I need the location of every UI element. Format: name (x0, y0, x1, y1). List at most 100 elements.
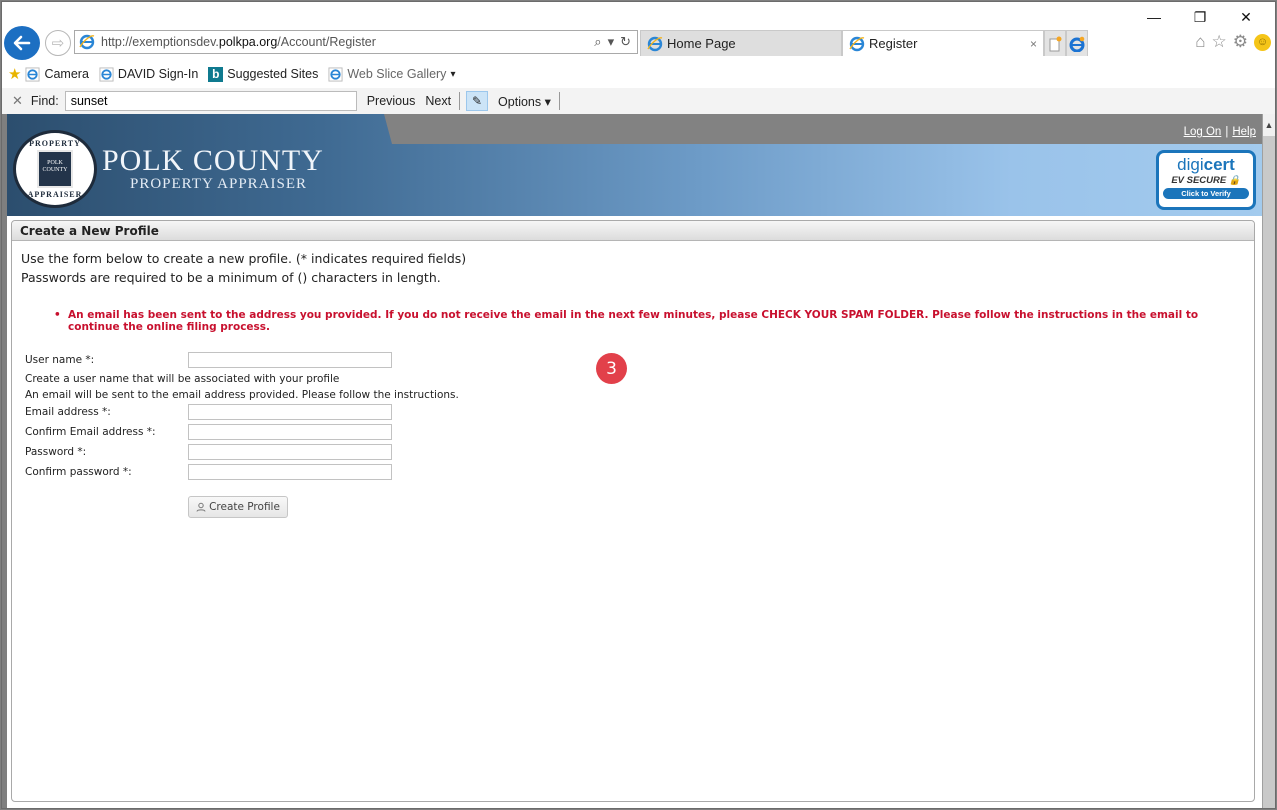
intro-line: Use the form below to create a new profi… (21, 251, 467, 266)
digicert-seal[interactable]: digicert EV SECURE 🔒 Click to Verify (1156, 150, 1256, 210)
favorite-camera[interactable]: Camera (25, 66, 89, 82)
vertical-scrollbar[interactable]: ▲ (1262, 114, 1275, 808)
email-sent-alert: An email has been sent to the address yo… (54, 309, 1214, 333)
page-viewport: PROPERTY POLK COUNTY APPRAISER POLK COUN… (2, 114, 1264, 808)
seal-top-text: PROPERTY (29, 139, 81, 148)
ie-icon (328, 66, 343, 82)
favorites-star-icon[interactable]: ☆ (1212, 32, 1227, 52)
address-bar[interactable]: http://exemptionsdev.polkpa.org/Account/… (74, 30, 638, 54)
password-row: Password *: (25, 444, 445, 460)
home-icon[interactable]: ⌂ (1195, 32, 1205, 52)
url-prefix: http://exemptionsdev. (101, 35, 219, 49)
create-profile-panel: Create a New Profile Use the form below … (11, 220, 1255, 802)
close-tab-icon[interactable]: × (1030, 37, 1037, 51)
confirm-password-input[interactable] (188, 464, 392, 480)
panel-title: Create a New Profile (12, 221, 1254, 241)
find-input[interactable] (64, 91, 357, 111)
back-button[interactable] (4, 26, 40, 60)
restore-button[interactable]: ❐ (1177, 6, 1223, 28)
intro-line: Passwords are required to be a minimum o… (21, 270, 441, 285)
address-tools: ⌕ ▾ ↻ (594, 34, 637, 50)
property-appraiser-seal-logo[interactable]: PROPERTY POLK COUNTY APPRAISER (13, 130, 97, 208)
url-text[interactable]: http://exemptionsdev.polkpa.org/Account/… (101, 35, 594, 49)
arrow-left-icon (13, 35, 31, 51)
username-help-text: Create a user name that will be associat… (25, 373, 340, 385)
find-previous-button[interactable]: Previous (367, 94, 416, 108)
favorite-web-slice-gallery[interactable]: Web Slice Gallery ▾ (328, 66, 455, 82)
favorite-label: DAVID Sign-In (117, 67, 199, 81)
add-favorites-star-icon[interactable]: ★ (8, 65, 21, 83)
highlight-matches-button[interactable]: ✎ (466, 91, 489, 111)
confirm-password-label: Confirm password *: (25, 466, 132, 478)
log-on-link[interactable]: Log On (1184, 126, 1222, 138)
intro-text: Use the form below to create a new profi… (21, 249, 1254, 287)
confirm-email-input[interactable] (188, 424, 392, 440)
click-to-verify-button[interactable]: Click to Verify (1163, 188, 1249, 199)
digicert-brand-b: cert (1203, 155, 1235, 174)
brand-subtitle: PROPERTY APPRAISER (130, 176, 308, 192)
navigation-bar: ⇨ http://exemptionsdev.polkpa.org/Accoun… (2, 26, 1275, 60)
brand-title: POLK COUNTY (102, 144, 324, 177)
favorite-suggested-sites[interactable]: b Suggested Sites (208, 66, 318, 82)
confirm-email-row: Confirm Email address *: (25, 424, 445, 440)
create-profile-button[interactable]: Create Profile (188, 496, 288, 518)
seal-inner-text: POLK (47, 160, 63, 166)
minimize-button[interactable]: — (1131, 6, 1177, 28)
ie-icon (647, 36, 663, 51)
edge-icon (1069, 36, 1085, 52)
favorites-bar: ★ Camera DAVID Sign-In b Suggested Sites… (2, 62, 1275, 86)
forward-button[interactable]: ⇨ (45, 30, 71, 56)
password-input[interactable] (188, 444, 392, 460)
user-icon (196, 502, 206, 512)
chevron-down-icon[interactable]: ▾ (450, 69, 455, 80)
ie-icon (25, 66, 40, 82)
password-label: Password *: (25, 446, 87, 458)
edge-button[interactable] (1066, 30, 1088, 56)
feedback-smiley-icon[interactable]: ☺ (1254, 33, 1271, 51)
tab-register[interactable]: Register × (842, 30, 1044, 56)
browser-toolbar-icons: ⌂ ☆ ⚙ ☺ (1195, 32, 1271, 52)
refresh-icon[interactable]: ↻ (620, 34, 631, 50)
gear-icon[interactable]: ⚙ (1233, 32, 1248, 52)
tab-home-page[interactable]: Home Page (640, 30, 842, 56)
header-links: Log On | Help (1184, 126, 1256, 138)
url-suffix: /Account/Register (277, 35, 376, 49)
close-window-button[interactable]: ✕ (1223, 6, 1269, 28)
close-find-icon[interactable]: ✕ (12, 93, 23, 109)
scroll-up-arrow-icon[interactable]: ▲ (1263, 114, 1275, 136)
digicert-logo: digicert (1159, 155, 1253, 175)
favorite-label: Camera (44, 67, 89, 81)
username-input[interactable] (188, 352, 392, 368)
browser-window: — ❐ ✕ ⇨ http://exemptionsdev.polkpa.org/… (1, 1, 1276, 809)
find-options-button[interactable]: Options ▾ (498, 94, 551, 109)
new-tab-button[interactable] (1044, 30, 1066, 56)
divider (459, 92, 461, 110)
browser-chrome: — ❐ ✕ ⇨ http://exemptionsdev.polkpa.org/… (2, 2, 1275, 114)
url-domain: polkpa.org (218, 35, 278, 49)
chevron-down-icon[interactable]: ▾ (608, 34, 615, 50)
email-help-text: An email will be sent to the email addre… (25, 389, 459, 401)
favorite-david-sign-in[interactable]: DAVID Sign-In (99, 66, 199, 82)
email-label: Email address *: (25, 406, 111, 418)
step-number-badge: 3 (596, 353, 627, 384)
seal-inner-text: COUNTY (42, 167, 68, 174)
divider (558, 92, 560, 110)
create-profile-label: Create Profile (209, 501, 280, 513)
find-next-button[interactable]: Next (425, 94, 451, 108)
help-link[interactable]: Help (1232, 126, 1256, 138)
tab-strip: Home Page Register × (640, 30, 1088, 56)
bing-icon: b (208, 66, 224, 82)
new-tab-icon (1049, 36, 1062, 51)
find-label: Find: (30, 94, 59, 108)
highlighter-icon: ✎ (472, 94, 483, 108)
seal-shield: POLK COUNTY (37, 150, 73, 188)
search-icon[interactable]: ⌕ (594, 34, 601, 50)
confirm-password-row: Confirm password *: (25, 464, 445, 480)
ev-secure-label: EV SECURE 🔒 (1171, 175, 1241, 186)
ie-icon (849, 36, 865, 51)
ie-icon (79, 34, 95, 50)
email-input[interactable] (188, 404, 392, 420)
seal-bottom-text: APPRAISER (27, 190, 83, 199)
email-row: Email address *: (25, 404, 445, 420)
window-controls: — ❐ ✕ (1131, 6, 1269, 28)
